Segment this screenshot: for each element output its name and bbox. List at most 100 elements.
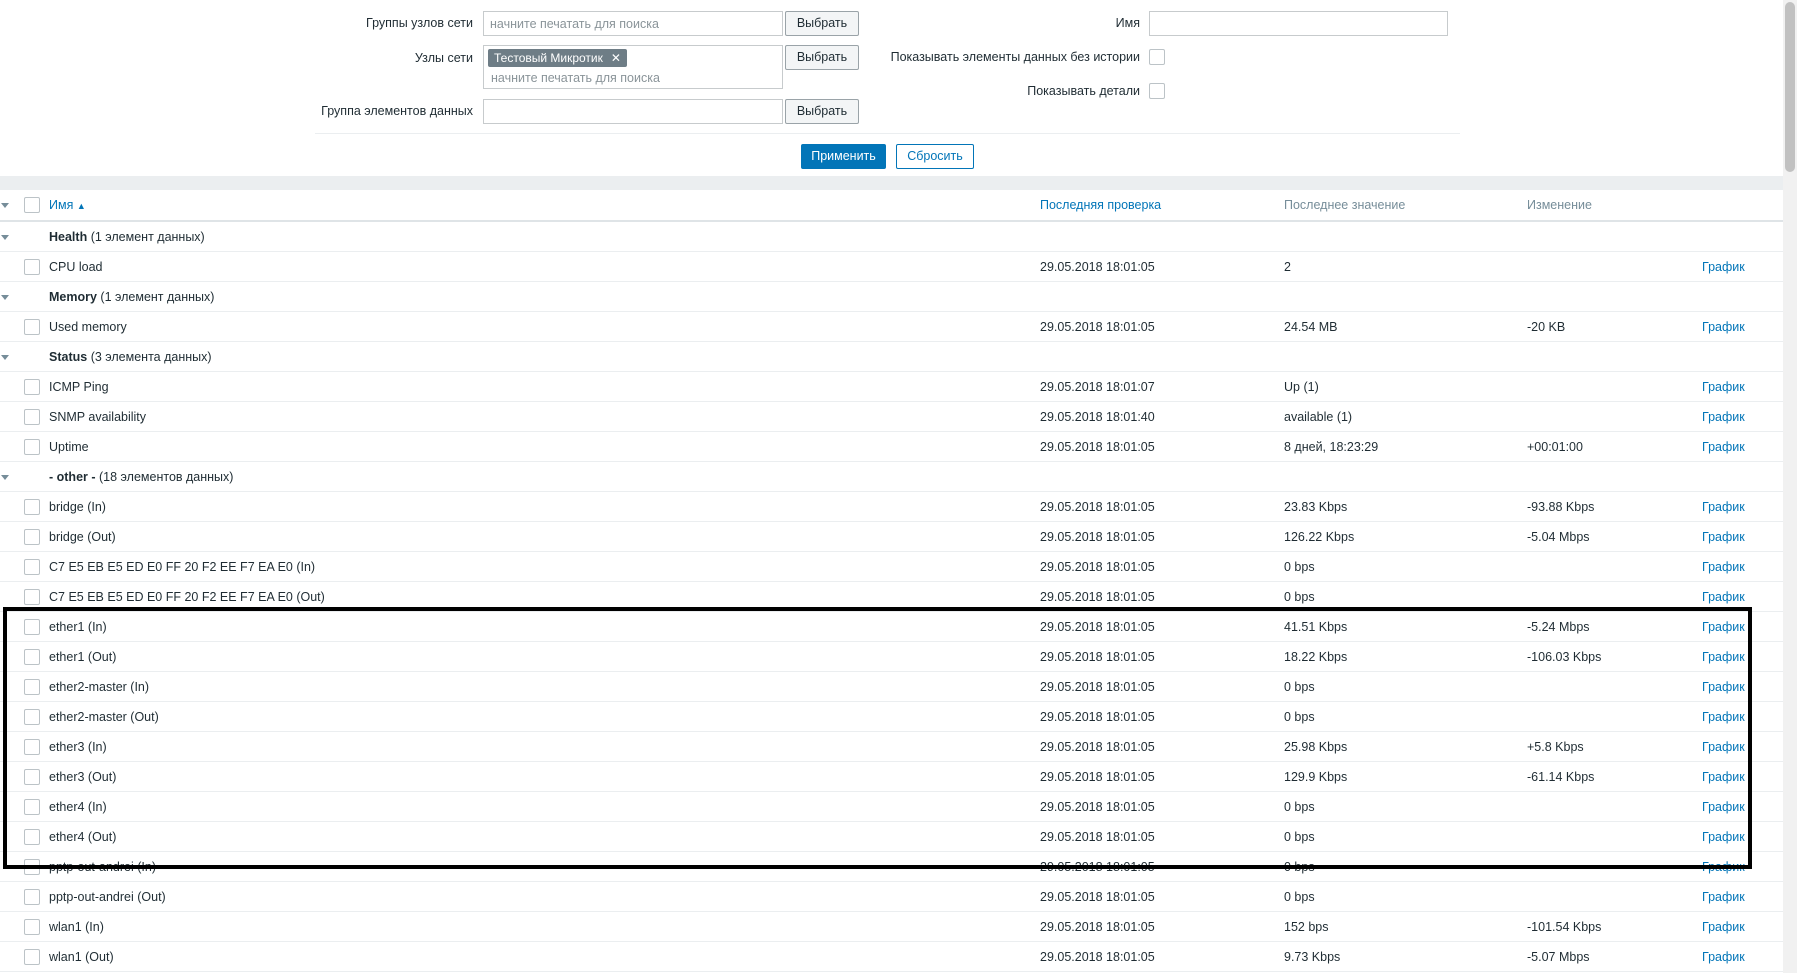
name-input[interactable]	[1149, 11, 1448, 36]
row-checkbox[interactable]	[24, 559, 40, 575]
row-checkbox[interactable]	[24, 499, 40, 515]
item-last-value: 18.22 Kbps	[1284, 650, 1348, 664]
scrollbar-thumb[interactable]	[1785, 2, 1795, 172]
graph-link[interactable]: График	[1702, 732, 1745, 762]
graph-link[interactable]: График	[1702, 672, 1745, 702]
hosts-placeholder[interactable]: начните печатать для поиска	[491, 71, 660, 85]
collapse-all-icon[interactable]	[1, 203, 9, 208]
show-without-data-checkbox[interactable]	[1149, 49, 1165, 65]
item-name: ether1 (Out)	[49, 650, 117, 664]
graph-link[interactable]: График	[1702, 492, 1745, 522]
collapse-group-icon[interactable]	[1, 295, 9, 300]
row-checkbox[interactable]	[24, 649, 40, 665]
name-label: Имя	[1115, 16, 1140, 30]
table-row: bridge (Out) 29.05.2018 18:01:05 126.22 Kb…	[0, 522, 1783, 552]
group-title[interactable]: - other - (18 элементов данных)	[49, 462, 233, 492]
graph-link[interactable]: График	[1702, 582, 1745, 612]
item-name: ether2-master (Out)	[49, 710, 159, 724]
graph-link[interactable]: График	[1702, 702, 1745, 732]
table-row: ether4 (In) 29.05.2018 18:01:05 0 bps Графи…	[0, 792, 1783, 822]
vertical-scrollbar[interactable]	[1783, 0, 1797, 973]
graph-link[interactable]: График	[1702, 792, 1745, 822]
graph-link[interactable]: График	[1702, 372, 1745, 402]
column-last-check-header[interactable]: Последняя проверка	[1040, 190, 1161, 220]
graph-link[interactable]: График	[1702, 852, 1745, 882]
row-checkbox[interactable]	[24, 859, 40, 875]
graph-link[interactable]: График	[1702, 882, 1745, 912]
row-checkbox[interactable]	[24, 919, 40, 935]
app-group-input[interactable]	[483, 99, 783, 124]
table-row: pptp-out-andrei (In) 29.05.2018 18:01:05 0…	[0, 852, 1783, 882]
remove-tag-icon[interactable]: ✕	[611, 51, 621, 65]
graph-link[interactable]: График	[1702, 402, 1745, 432]
table-row: ether2-master (Out) 29.05.2018 18:01:05 0 …	[0, 702, 1783, 732]
item-last-check: 29.05.2018 18:01:05	[1040, 620, 1155, 634]
graph-link[interactable]: График	[1702, 252, 1745, 282]
row-checkbox[interactable]	[24, 889, 40, 905]
apply-button[interactable]: Применить	[801, 144, 886, 169]
item-last-check: 29.05.2018 18:01:05	[1040, 680, 1155, 694]
collapse-group-icon[interactable]	[1, 475, 9, 480]
item-last-check: 29.05.2018 18:01:05	[1040, 560, 1155, 574]
graph-link[interactable]: График	[1702, 762, 1745, 792]
graph-link[interactable]: График	[1702, 642, 1745, 672]
group-row: - other - (18 элементов данных)	[0, 462, 1783, 492]
reset-button[interactable]: Сбросить	[896, 144, 974, 169]
app-group-select-button[interactable]: Выбрать	[785, 99, 859, 124]
item-name: ether2-master (In)	[49, 680, 150, 694]
item-last-value: 25.98 Kbps	[1284, 740, 1348, 754]
group-title[interactable]: Health (1 элемент данных)	[49, 222, 205, 252]
host-tag: Тестовый Микротик ✕	[488, 49, 627, 67]
host-groups-label: Группы узлов сети	[366, 16, 473, 30]
group-title[interactable]: Status (3 элемента данных)	[49, 342, 212, 372]
group-title[interactable]: Memory (1 элемент данных)	[49, 282, 214, 312]
graph-link[interactable]: График	[1702, 912, 1745, 942]
row-checkbox[interactable]	[24, 589, 40, 605]
row-checkbox[interactable]	[24, 769, 40, 785]
row-checkbox[interactable]	[24, 409, 40, 425]
host-tag-label: Тестовый Микротик	[494, 51, 603, 65]
row-checkbox[interactable]	[24, 949, 40, 965]
host-groups-input[interactable]	[483, 11, 783, 36]
row-checkbox[interactable]	[24, 439, 40, 455]
table-row: ether3 (Out) 29.05.2018 18:01:05 129.9 Kbp…	[0, 762, 1783, 792]
collapse-group-icon[interactable]	[1, 235, 9, 240]
graph-link[interactable]: График	[1702, 552, 1745, 582]
item-last-value: 24.54 MB	[1284, 320, 1338, 334]
row-checkbox[interactable]	[24, 619, 40, 635]
show-details-checkbox[interactable]	[1149, 83, 1165, 99]
item-last-check: 29.05.2018 18:01:05	[1040, 590, 1155, 604]
column-name-header[interactable]: Имя ▲	[49, 190, 86, 221]
table-row: ether2-master (In) 29.05.2018 18:01:05 0 b…	[0, 672, 1783, 702]
item-name: bridge (Out)	[49, 530, 116, 544]
item-last-check: 29.05.2018 18:01:05	[1040, 950, 1155, 964]
table-row: ether3 (In) 29.05.2018 18:01:05 25.98 Kbps…	[0, 732, 1783, 762]
row-checkbox[interactable]	[24, 529, 40, 545]
item-name: Used memory	[49, 320, 127, 334]
graph-link[interactable]: График	[1702, 822, 1745, 852]
table-row: CPU load 29.05.2018 18:01:05 2 График	[0, 252, 1783, 282]
row-checkbox[interactable]	[24, 379, 40, 395]
graph-link[interactable]: График	[1702, 942, 1745, 972]
row-checkbox[interactable]	[24, 739, 40, 755]
graph-link[interactable]: График	[1702, 432, 1745, 462]
group-count: (1 элемент данных)	[90, 230, 205, 244]
row-checkbox[interactable]	[24, 319, 40, 335]
collapse-group-icon[interactable]	[1, 355, 9, 360]
host-groups-select-button[interactable]: Выбрать	[785, 11, 859, 36]
row-checkbox[interactable]	[24, 829, 40, 845]
graph-link[interactable]: График	[1702, 522, 1745, 552]
graph-link[interactable]: График	[1702, 612, 1745, 642]
row-checkbox[interactable]	[24, 709, 40, 725]
hosts-multiselect[interactable]: Тестовый Микротик ✕ начните печатать для …	[483, 45, 783, 89]
table-row: ether1 (In) 29.05.2018 18:01:05 41.51 Kbps…	[0, 612, 1783, 642]
table-row: ether1 (Out) 29.05.2018 18:01:05 18.22 Kbp…	[0, 642, 1783, 672]
hosts-label: Узлы сети	[414, 51, 473, 65]
row-checkbox[interactable]	[24, 259, 40, 275]
item-last-value: 126.22 Kbps	[1284, 530, 1355, 544]
row-checkbox[interactable]	[24, 799, 40, 815]
item-last-value: 41.51 Kbps	[1284, 620, 1348, 634]
row-checkbox[interactable]	[24, 679, 40, 695]
select-all-checkbox[interactable]	[24, 197, 40, 213]
graph-link[interactable]: График	[1702, 312, 1745, 342]
